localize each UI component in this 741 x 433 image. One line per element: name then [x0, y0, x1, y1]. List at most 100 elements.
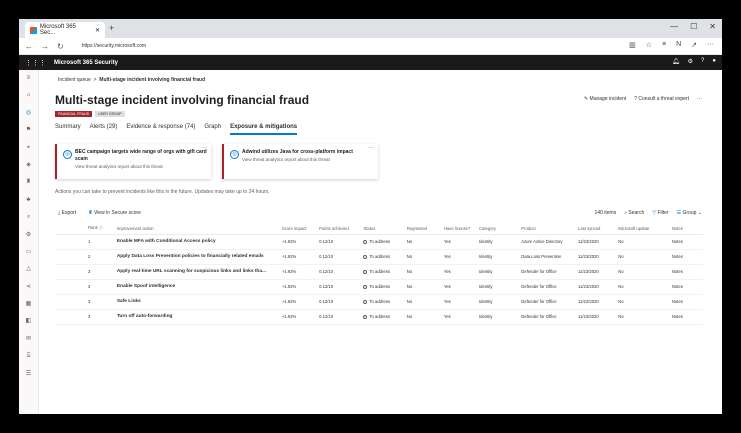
more-icon[interactable]: ··· — [707, 41, 714, 49]
item-count: 140 items — [594, 210, 617, 216]
address-bar: ← → ↻ https://security.microsoft.com ▥ ☆… — [19, 38, 722, 55]
app-launcher-icon[interactable]: ⋮⋮⋮ — [25, 59, 46, 67]
table-row[interactable]: 3 Safe Links +1.92% 0.12/10 To address No Yes I… — [55, 294, 703, 310]
incident-icon[interactable]: ⚑ — [19, 122, 38, 139]
cell-notes: Notes — [669, 234, 703, 250]
secure-score-button[interactable]: ♜ View in Secure score — [88, 210, 141, 216]
browser-tab[interactable]: Microsoft 365 Sec... ✕ — [25, 22, 105, 38]
tag-user-group: USER GROUP — [95, 111, 125, 117]
home-icon[interactable]: ⌂ — [19, 87, 38, 104]
close-tab-icon[interactable]: ✕ — [95, 27, 100, 34]
refresh-icon[interactable]: ↻ — [57, 42, 64, 51]
threat-card-link[interactable]: View threat analytics report about this … — [242, 157, 378, 162]
cell-action[interactable]: Turn off auto-forwarding — [114, 309, 280, 325]
table-row[interactable]: 2 Apply Data Loss Prevention policies to … — [55, 249, 703, 265]
minimize-icon[interactable]: — — [670, 22, 678, 31]
suite-actions: 🔔︎ ⚙ ? ● — [672, 58, 716, 65]
column-header[interactable]: Status — [361, 223, 405, 235]
table-row[interactable]: 3 Enable Spoof intelligence +1.92% 0.12/10 T… — [55, 279, 703, 295]
partners-icon[interactable]: ♣ — [19, 192, 38, 209]
cell-points: 0.12/10 — [317, 264, 362, 280]
tab-summary[interactable]: Summary — [55, 124, 81, 135]
cell-rank: 3 — [85, 279, 115, 295]
reports-icon[interactable]: ▦ — [19, 296, 38, 313]
column-header[interactable]: Improvement action — [114, 223, 280, 235]
back-icon[interactable]: ← — [25, 42, 33, 51]
threat-card-link[interactable]: View threat analytics report about this … — [75, 164, 211, 169]
close-window-icon[interactable]: ✕ — [709, 22, 716, 31]
card-more-button[interactable]: ··· — [201, 145, 207, 151]
warning-icon[interactable]: △ — [19, 261, 38, 278]
email-icon[interactable]: ⌸ — [19, 348, 38, 365]
collections-icon[interactable]: ≡ — [662, 41, 666, 49]
group-button[interactable]: ☰ Group ⌄ — [677, 210, 702, 216]
column-header[interactable]: Category — [476, 223, 520, 235]
help-icon[interactable]: ? — [701, 58, 704, 65]
trophy-icon[interactable]: ♜ — [19, 174, 38, 191]
table-row[interactable]: 3 Turn off auto-forwarding +1.92% 0.12/10 To… — [55, 309, 703, 325]
column-header[interactable]: Notes — [669, 223, 703, 235]
bell-icon[interactable]: 🔔︎ — [672, 58, 680, 65]
improvement-actions-table: Rank ⓘ Improvement action Score impact P… — [55, 223, 703, 325]
chevron-down-icon: ⌄ — [697, 210, 702, 216]
forward-icon[interactable]: → — [41, 42, 49, 51]
column-header[interactable]: Score impact — [279, 223, 318, 235]
threat-card[interactable]: ◎ BEC campaign targets wide range of org… — [55, 144, 211, 179]
cell-action[interactable]: Enable MFA with Conditional Access polic… — [114, 234, 280, 250]
suite-title[interactable]: Microsoft 365 Security — [54, 60, 118, 66]
breadcrumb-root[interactable]: Incident queue — [58, 77, 91, 83]
new-tab-button[interactable]: + — [109, 23, 114, 33]
cell-update: No — [616, 264, 670, 280]
favorite-icon[interactable]: ☆ — [646, 41, 652, 49]
shield-icon[interactable]: ◎ — [19, 105, 38, 122]
cell-action[interactable]: Apply real-time URL scanning for suspici… — [114, 264, 280, 280]
cell-action[interactable]: Safe Links — [114, 294, 280, 310]
maximize-icon[interactable]: ☐ — [690, 22, 697, 31]
devices-icon[interactable]: ▭ — [19, 244, 38, 261]
column-header[interactable]: Regressed — [404, 223, 442, 235]
url-field[interactable]: https://security.microsoft.com — [82, 43, 146, 49]
search-icon[interactable]: ⌕ — [19, 209, 38, 226]
share-icon[interactable]: ↗ — [691, 41, 697, 49]
tab-alerts[interactable]: Alerts (29) — [90, 124, 118, 135]
menu-icon[interactable]: ≡ — [19, 70, 38, 87]
gear-icon[interactable]: ⚙ — [688, 58, 693, 65]
filter-button[interactable]: ▽ Filter — [652, 210, 668, 216]
cell-action[interactable]: Apply Data Loss Prevention policies to f… — [114, 249, 280, 265]
tab-evidence[interactable]: Evidence & response (74) — [126, 124, 195, 135]
status-circle-icon — [363, 284, 368, 289]
column-header[interactable]: Rank ⓘ — [85, 223, 115, 235]
card-more-button[interactable]: ··· — [368, 145, 374, 151]
column-header[interactable]: Points achieved — [317, 223, 362, 235]
tab-exposure[interactable]: Exposure & mitigations — [230, 124, 298, 135]
export-button[interactable]: ⤓ Export — [58, 210, 76, 216]
share-nodes-icon[interactable]: ⋖ — [19, 279, 38, 296]
policy-icon[interactable]: ◧ — [19, 313, 38, 330]
table-row[interactable]: 1 Enable MFA with Conditional Access poli… — [55, 234, 703, 250]
search-button[interactable]: ⌕ Search — [624, 210, 644, 216]
mail-icon[interactable]: ✉ — [19, 331, 38, 348]
threat-card[interactable]: ◎ Adwind utilizes Java for cross-platfor… — [222, 144, 378, 179]
tab-graph[interactable]: Graph — [204, 124, 221, 135]
reading-view-icon[interactable]: ▥ — [629, 41, 636, 49]
consult-expert-button[interactable]: ? Consult a threat expert — [634, 96, 689, 102]
more-actions-button[interactable]: ··· — [697, 96, 702, 102]
column-header[interactable]: Have license? — [441, 223, 477, 235]
hunting-icon[interactable]: ⌖ — [19, 140, 38, 157]
cell-update: No — [616, 294, 670, 310]
column-header[interactable]: Microsoft update — [616, 223, 670, 235]
profile-icon[interactable]: N — [676, 41, 681, 49]
status-text: To address — [369, 239, 390, 244]
table-row[interactable]: 3 Apply real-time URL scanning for suspic… — [55, 264, 703, 280]
cell-action[interactable]: Enable Spoof intelligence — [114, 279, 280, 295]
row-spacer — [55, 249, 86, 265]
settings-icon[interactable]: ⚙ — [19, 227, 38, 244]
breadcrumb-separator: > — [93, 77, 97, 83]
avatar[interactable]: ● — [712, 58, 716, 65]
action-center-icon[interactable]: ◈ — [19, 157, 38, 174]
cell-rank: 1 — [85, 234, 115, 250]
column-header[interactable]: Product — [519, 223, 577, 235]
column-header[interactable]: Last synced — [576, 223, 617, 235]
manage-incident-button[interactable]: ✎ Manage incident — [584, 96, 626, 102]
list-icon[interactable]: ☰ — [19, 366, 38, 383]
